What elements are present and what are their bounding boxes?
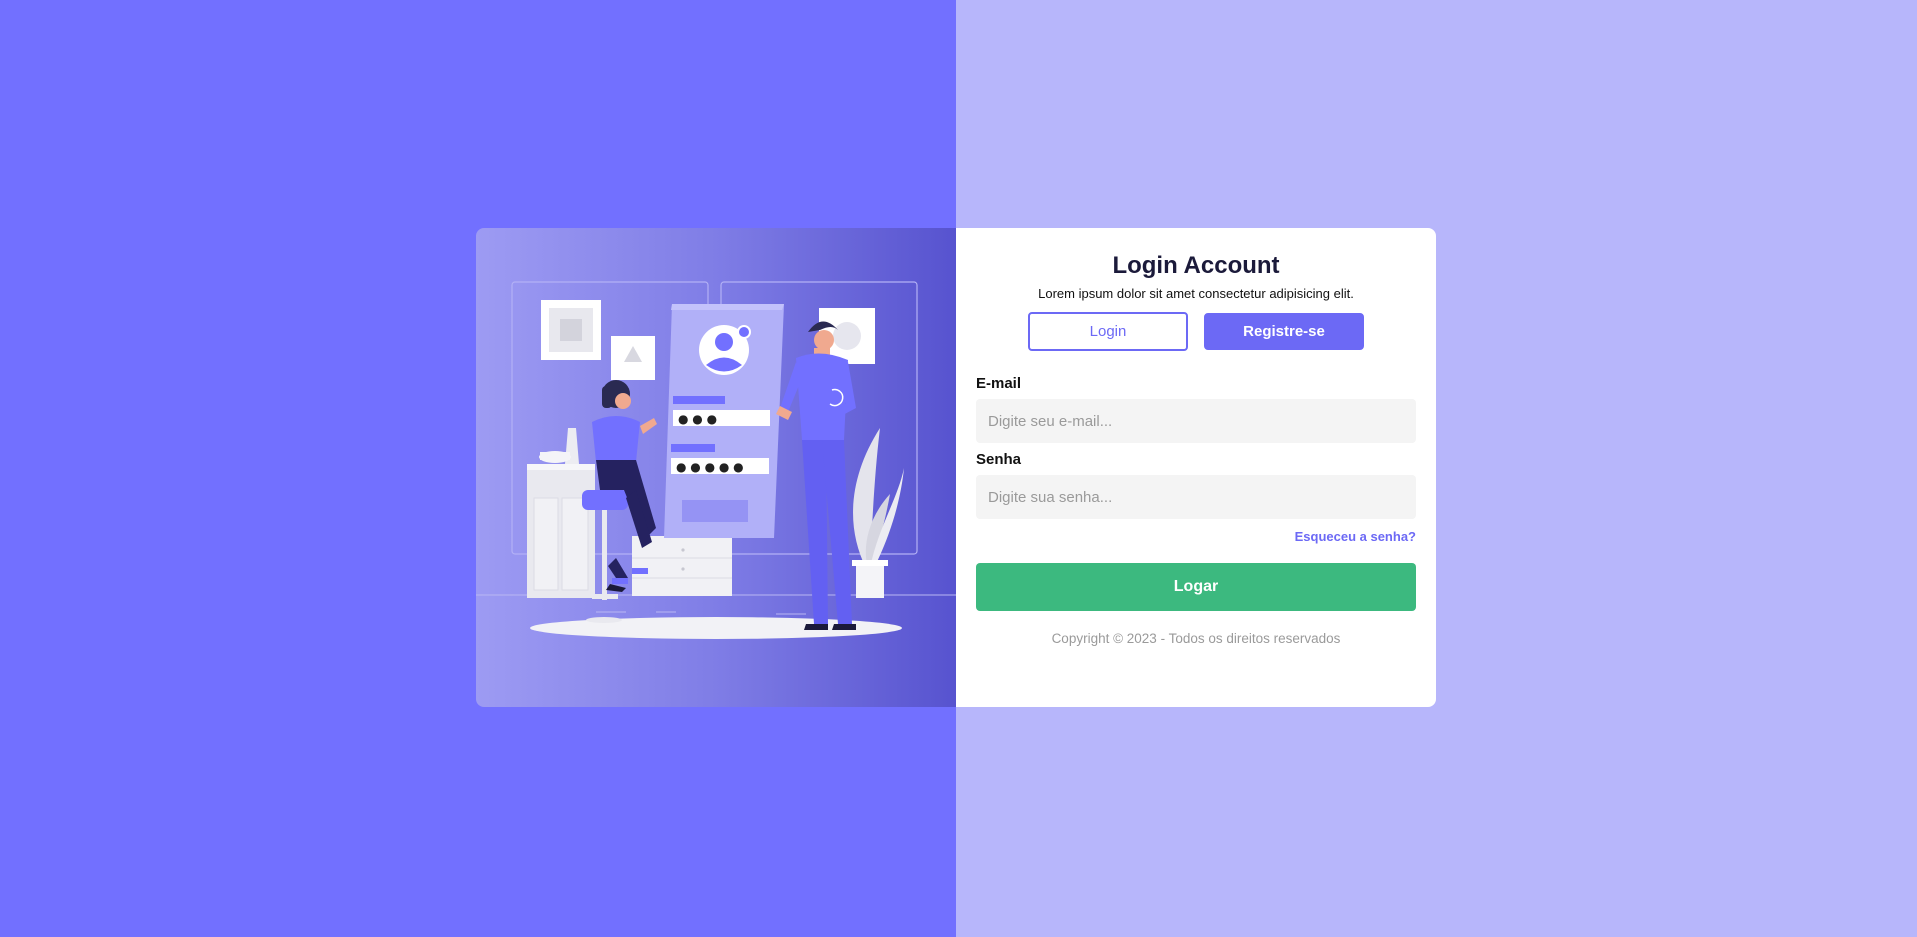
tab-login[interactable]: Login <box>1028 312 1188 351</box>
forgot-password-link[interactable]: Esqueceu a senha? <box>1295 529 1416 544</box>
email-label: E-mail <box>976 375 1022 392</box>
password-field[interactable] <box>976 475 1416 519</box>
copyright-text: Copyright © 2023 - Todos os direitos res… <box>1051 631 1341 646</box>
password-dots-2: ● ● ● ● ● <box>676 460 744 474</box>
page-title: Login Account <box>1112 252 1280 279</box>
login-illustration-icon: ● ● ● ● ● ● ● ● <box>476 281 956 639</box>
login-card: ● ● ● ● ● ● ● ● Login Account Lorem ipsu… <box>476 228 1436 707</box>
forgot-row: Esqueceu a senha? <box>976 529 1416 545</box>
password-dots-1: ● ● ● <box>678 412 717 426</box>
login-submit-button[interactable]: Logar <box>976 563 1416 611</box>
illustration-panel: ● ● ● ● ● ● ● ● <box>476 228 956 707</box>
email-field[interactable] <box>976 399 1416 443</box>
page-subtitle: Lorem ipsum dolor sit amet consectetur a… <box>1038 286 1354 301</box>
auth-tabs: Login Registre-se <box>976 312 1416 351</box>
password-label: Senha <box>976 451 1022 468</box>
tab-register[interactable]: Registre-se <box>1204 313 1364 350</box>
login-form-panel: Login Account Lorem ipsum dolor sit amet… <box>956 228 1436 707</box>
